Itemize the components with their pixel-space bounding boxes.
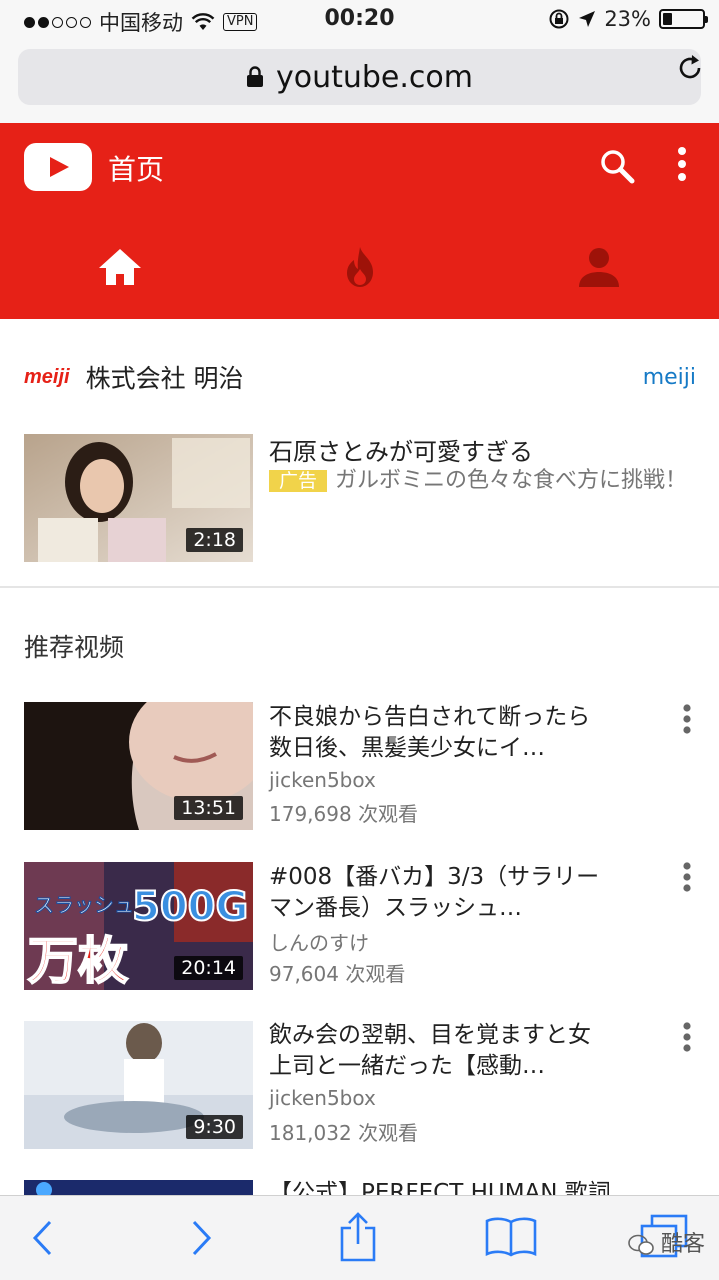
status-bar: 中国移动 VPN 00:20 23% [0, 0, 719, 40]
channel-name[interactable]: jicken5box [269, 768, 376, 792]
search-icon[interactable] [598, 147, 636, 185]
advertiser-link[interactable]: meiji [643, 365, 696, 390]
video-thumbnail[interactable]: スラッシュ 500G 万枚 20:14 [24, 862, 253, 990]
reload-icon[interactable] [675, 53, 705, 83]
page-title: 首页 [108, 153, 165, 186]
tab-trending[interactable] [240, 235, 480, 299]
divider [0, 586, 719, 588]
video-thumbnail[interactable] [24, 1180, 253, 1195]
video-title[interactable]: 【公式】PERFECT HUMAN 歌詞 [269, 1178, 609, 1195]
bookmarks-icon[interactable] [484, 1216, 538, 1258]
view-count: 181,032 次观看 [269, 1121, 419, 1145]
video-thumbnail[interactable]: 9:30 [24, 1021, 253, 1149]
more-vert-icon[interactable] [681, 861, 693, 893]
video-duration: 20:14 [174, 956, 243, 980]
battery-percent: 23% [604, 7, 651, 31]
ad-thumbnail[interactable]: 2:18 [24, 434, 253, 562]
back-icon[interactable] [30, 1218, 54, 1258]
more-vert-icon[interactable] [676, 145, 688, 183]
battery-icon [659, 9, 708, 29]
watermark-text: 酷客 [660, 1232, 705, 1257]
section-title: 推荐视频 [24, 633, 125, 662]
video-duration: 9:30 [186, 1115, 243, 1139]
lock-icon [246, 66, 263, 87]
advertiser-name[interactable]: 株式会社 明治 [86, 359, 244, 395]
view-count: 97,604 次观看 [269, 962, 406, 986]
trending-icon [346, 247, 373, 287]
more-vert-icon[interactable] [681, 703, 693, 735]
watermark: 酷客 [628, 1226, 705, 1258]
video-duration: 2:18 [186, 528, 243, 552]
tab-account[interactable] [479, 235, 719, 299]
home-icon [98, 249, 141, 285]
channel-name[interactable]: しんのすけ [269, 927, 369, 956]
thumbnail-text: 万枚 [28, 932, 128, 990]
ad-title[interactable]: 石原さとみが可愛すぎる [269, 432, 533, 467]
advertiser-row: meiji 株式会社 明治 meiji [24, 355, 696, 399]
youtube-header: 首页 [0, 123, 719, 319]
thumbnail-text: スラッシュ [34, 893, 134, 917]
location-arrow-icon [579, 11, 596, 27]
url-text: youtube.com [275, 59, 473, 95]
chat-bubble-icon [628, 1234, 654, 1255]
share-icon[interactable] [338, 1212, 378, 1262]
youtube-logo[interactable] [24, 143, 92, 191]
video-title[interactable]: #008【番バカ】3/3（サラリーマン番長）スラッシュ… [269, 862, 609, 924]
browser-bar: youtube.com [0, 40, 719, 123]
video-duration: 13:51 [174, 796, 243, 820]
browser-toolbar: 酷客 [0, 1195, 719, 1280]
address-bar[interactable]: youtube.com [18, 49, 701, 105]
video-thumbnail[interactable]: 13:51 [24, 702, 253, 830]
forward-icon[interactable] [190, 1218, 214, 1258]
advertiser-logo[interactable]: meiji [24, 366, 70, 389]
rotation-lock-icon [549, 9, 569, 29]
more-vert-icon[interactable] [681, 1021, 693, 1053]
channel-name[interactable]: jicken5box [269, 1086, 376, 1110]
ad-badge: 广告 [269, 470, 328, 492]
tab-home[interactable] [0, 235, 240, 299]
play-icon [50, 157, 69, 177]
ad-description: 广告 ガルボミニの色々な食べ方に挑戦！ [269, 466, 689, 496]
video-title[interactable]: 飲み会の翌朝、目を覚ますと女上司と一緒だった【感動… [269, 1020, 609, 1082]
account-icon [579, 248, 620, 287]
video-title[interactable]: 不良娘から告白されて断ったら数日後、黒髪美少女にイ… [269, 702, 609, 764]
thumbnail-text: 500G [132, 884, 248, 930]
view-count: 179,698 次观看 [269, 802, 419, 826]
